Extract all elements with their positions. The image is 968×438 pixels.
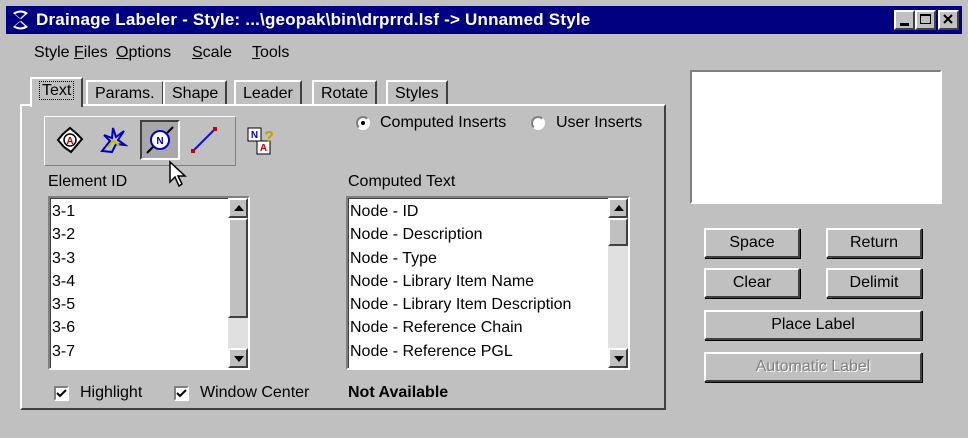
return-button[interactable]: Return [826, 228, 922, 258]
svg-text:A: A [66, 136, 73, 147]
svg-text:N: N [156, 136, 163, 147]
list-item[interactable]: Node - ID [350, 200, 571, 223]
node-icon: N [146, 126, 174, 154]
user-inserts-radio[interactable] [531, 116, 545, 130]
list-item[interactable]: 3-4 [52, 270, 75, 293]
minimize-button[interactable] [894, 10, 915, 30]
tab-params-label: Params. [95, 85, 155, 102]
tab-styles-label: Styles [395, 85, 439, 102]
status-text: Not Available [348, 384, 449, 401]
title-bar[interactable]: Drainage Labeler - Style: ...\geopak\bin… [6, 6, 962, 34]
automatic-label-button[interactable]: Automatic Label [704, 352, 922, 382]
delimit-button[interactable]: Delimit [826, 268, 922, 298]
area-tool-button[interactable]: A [50, 120, 90, 160]
scroll-up-button[interactable] [608, 198, 628, 218]
identify-tool-button[interactable]: N A ? [240, 120, 280, 160]
geopak-app-icon [13, 10, 28, 30]
menu-scale[interactable]: Scale [192, 44, 232, 62]
tab-rotate[interactable]: Rotate [312, 80, 378, 106]
identify-element-icon: N A ? [247, 127, 274, 155]
list-item[interactable]: Node - Library Item Name [350, 270, 571, 293]
node-tool-button[interactable]: N [140, 120, 180, 160]
list-item[interactable]: Node - Library Item Description [350, 293, 571, 316]
tab-text[interactable]: Text [30, 77, 84, 107]
element-id-list[interactable]: 3-1 3-2 3-3 3-4 3-5 3-6 3-7 [48, 196, 250, 370]
list-item[interactable]: Node - Description [350, 223, 571, 246]
area-icon: A [56, 126, 84, 154]
window-center-checkbox[interactable] [174, 386, 189, 401]
computed-inserts-label: Computed Inserts [380, 114, 507, 131]
window-title: Drainage Labeler - Style: ...\geopak\bin… [36, 10, 591, 29]
menu-style-files[interactable]: Style Files [34, 44, 108, 62]
link-tool-button[interactable] [184, 120, 224, 160]
maximize-button[interactable] [915, 10, 936, 30]
scroll-down-button[interactable] [228, 348, 248, 368]
highlight-label: Highlight [80, 384, 143, 401]
list-item[interactable]: Node - Type [350, 247, 571, 270]
element-id-items: 3-1 3-2 3-3 3-4 3-5 3-6 3-7 [52, 200, 75, 363]
list-item[interactable]: 3-3 [52, 247, 75, 270]
list-item[interactable]: 3-1 [52, 200, 75, 223]
window-center-label: Window Center [200, 384, 310, 401]
element-id-label: Element ID [48, 173, 128, 190]
scroll-down-button[interactable] [608, 348, 628, 368]
scroll-thumb[interactable] [608, 218, 628, 246]
tab-params[interactable]: Params. [86, 80, 164, 106]
checkmark-icon [56, 389, 67, 398]
tab-styles[interactable]: Styles [386, 80, 448, 106]
space-button[interactable]: Space [704, 228, 800, 258]
list-item[interactable]: 3-6 [52, 316, 75, 339]
svg-text:?: ? [264, 129, 274, 146]
user-inserts-label: User Inserts [556, 114, 643, 131]
list-item[interactable]: Node - Reference Chain [350, 316, 571, 339]
splash-icon [100, 127, 128, 154]
menu-bar: Style Files Options Scale Tools [6, 40, 962, 66]
list-item[interactable]: Node - Reference PGL [350, 340, 571, 363]
tab-text-label: Text [39, 81, 75, 100]
computed-text-scrollbar[interactable] [608, 198, 628, 368]
menu-tools[interactable]: Tools [252, 44, 289, 62]
tab-leader-label: Leader [243, 85, 293, 102]
computed-text-items: Node - ID Node - Description Node - Type No… [350, 200, 571, 363]
tab-leader[interactable]: Leader [234, 80, 302, 106]
drainage-labeler-window: Drainage Labeler - Style: ...\geopak\bin… [0, 0, 968, 438]
element-id-scrollbar[interactable] [228, 198, 248, 368]
svg-text:N: N [251, 130, 258, 141]
mouse-pointer-icon [169, 160, 187, 188]
computed-text-list[interactable]: Node - ID Node - Description Node - Type No… [346, 196, 630, 370]
tab-shape-label: Shape [172, 85, 219, 102]
clear-button[interactable]: Clear [704, 268, 800, 298]
close-icon [943, 14, 953, 24]
list-item[interactable]: 3-2 [52, 223, 75, 246]
label-preview-box [690, 70, 942, 204]
computed-text-label: Computed Text [348, 173, 456, 190]
close-button[interactable] [938, 10, 959, 30]
place-label-button[interactable]: Place Label [704, 310, 922, 340]
list-item[interactable]: 3-5 [52, 293, 75, 316]
scroll-thumb[interactable] [228, 218, 248, 318]
computed-inserts-radio[interactable] [356, 116, 370, 130]
tab-rotate-label: Rotate [321, 85, 369, 102]
link-icon [191, 127, 217, 153]
menu-options[interactable]: Options [116, 44, 171, 62]
splash-tool-button[interactable] [93, 120, 133, 160]
highlight-checkbox[interactable] [54, 386, 69, 401]
list-item[interactable]: 3-7 [52, 340, 75, 363]
tab-shape[interactable]: Shape [163, 80, 228, 106]
scroll-up-button[interactable] [228, 198, 248, 218]
checkmark-icon [176, 389, 187, 398]
